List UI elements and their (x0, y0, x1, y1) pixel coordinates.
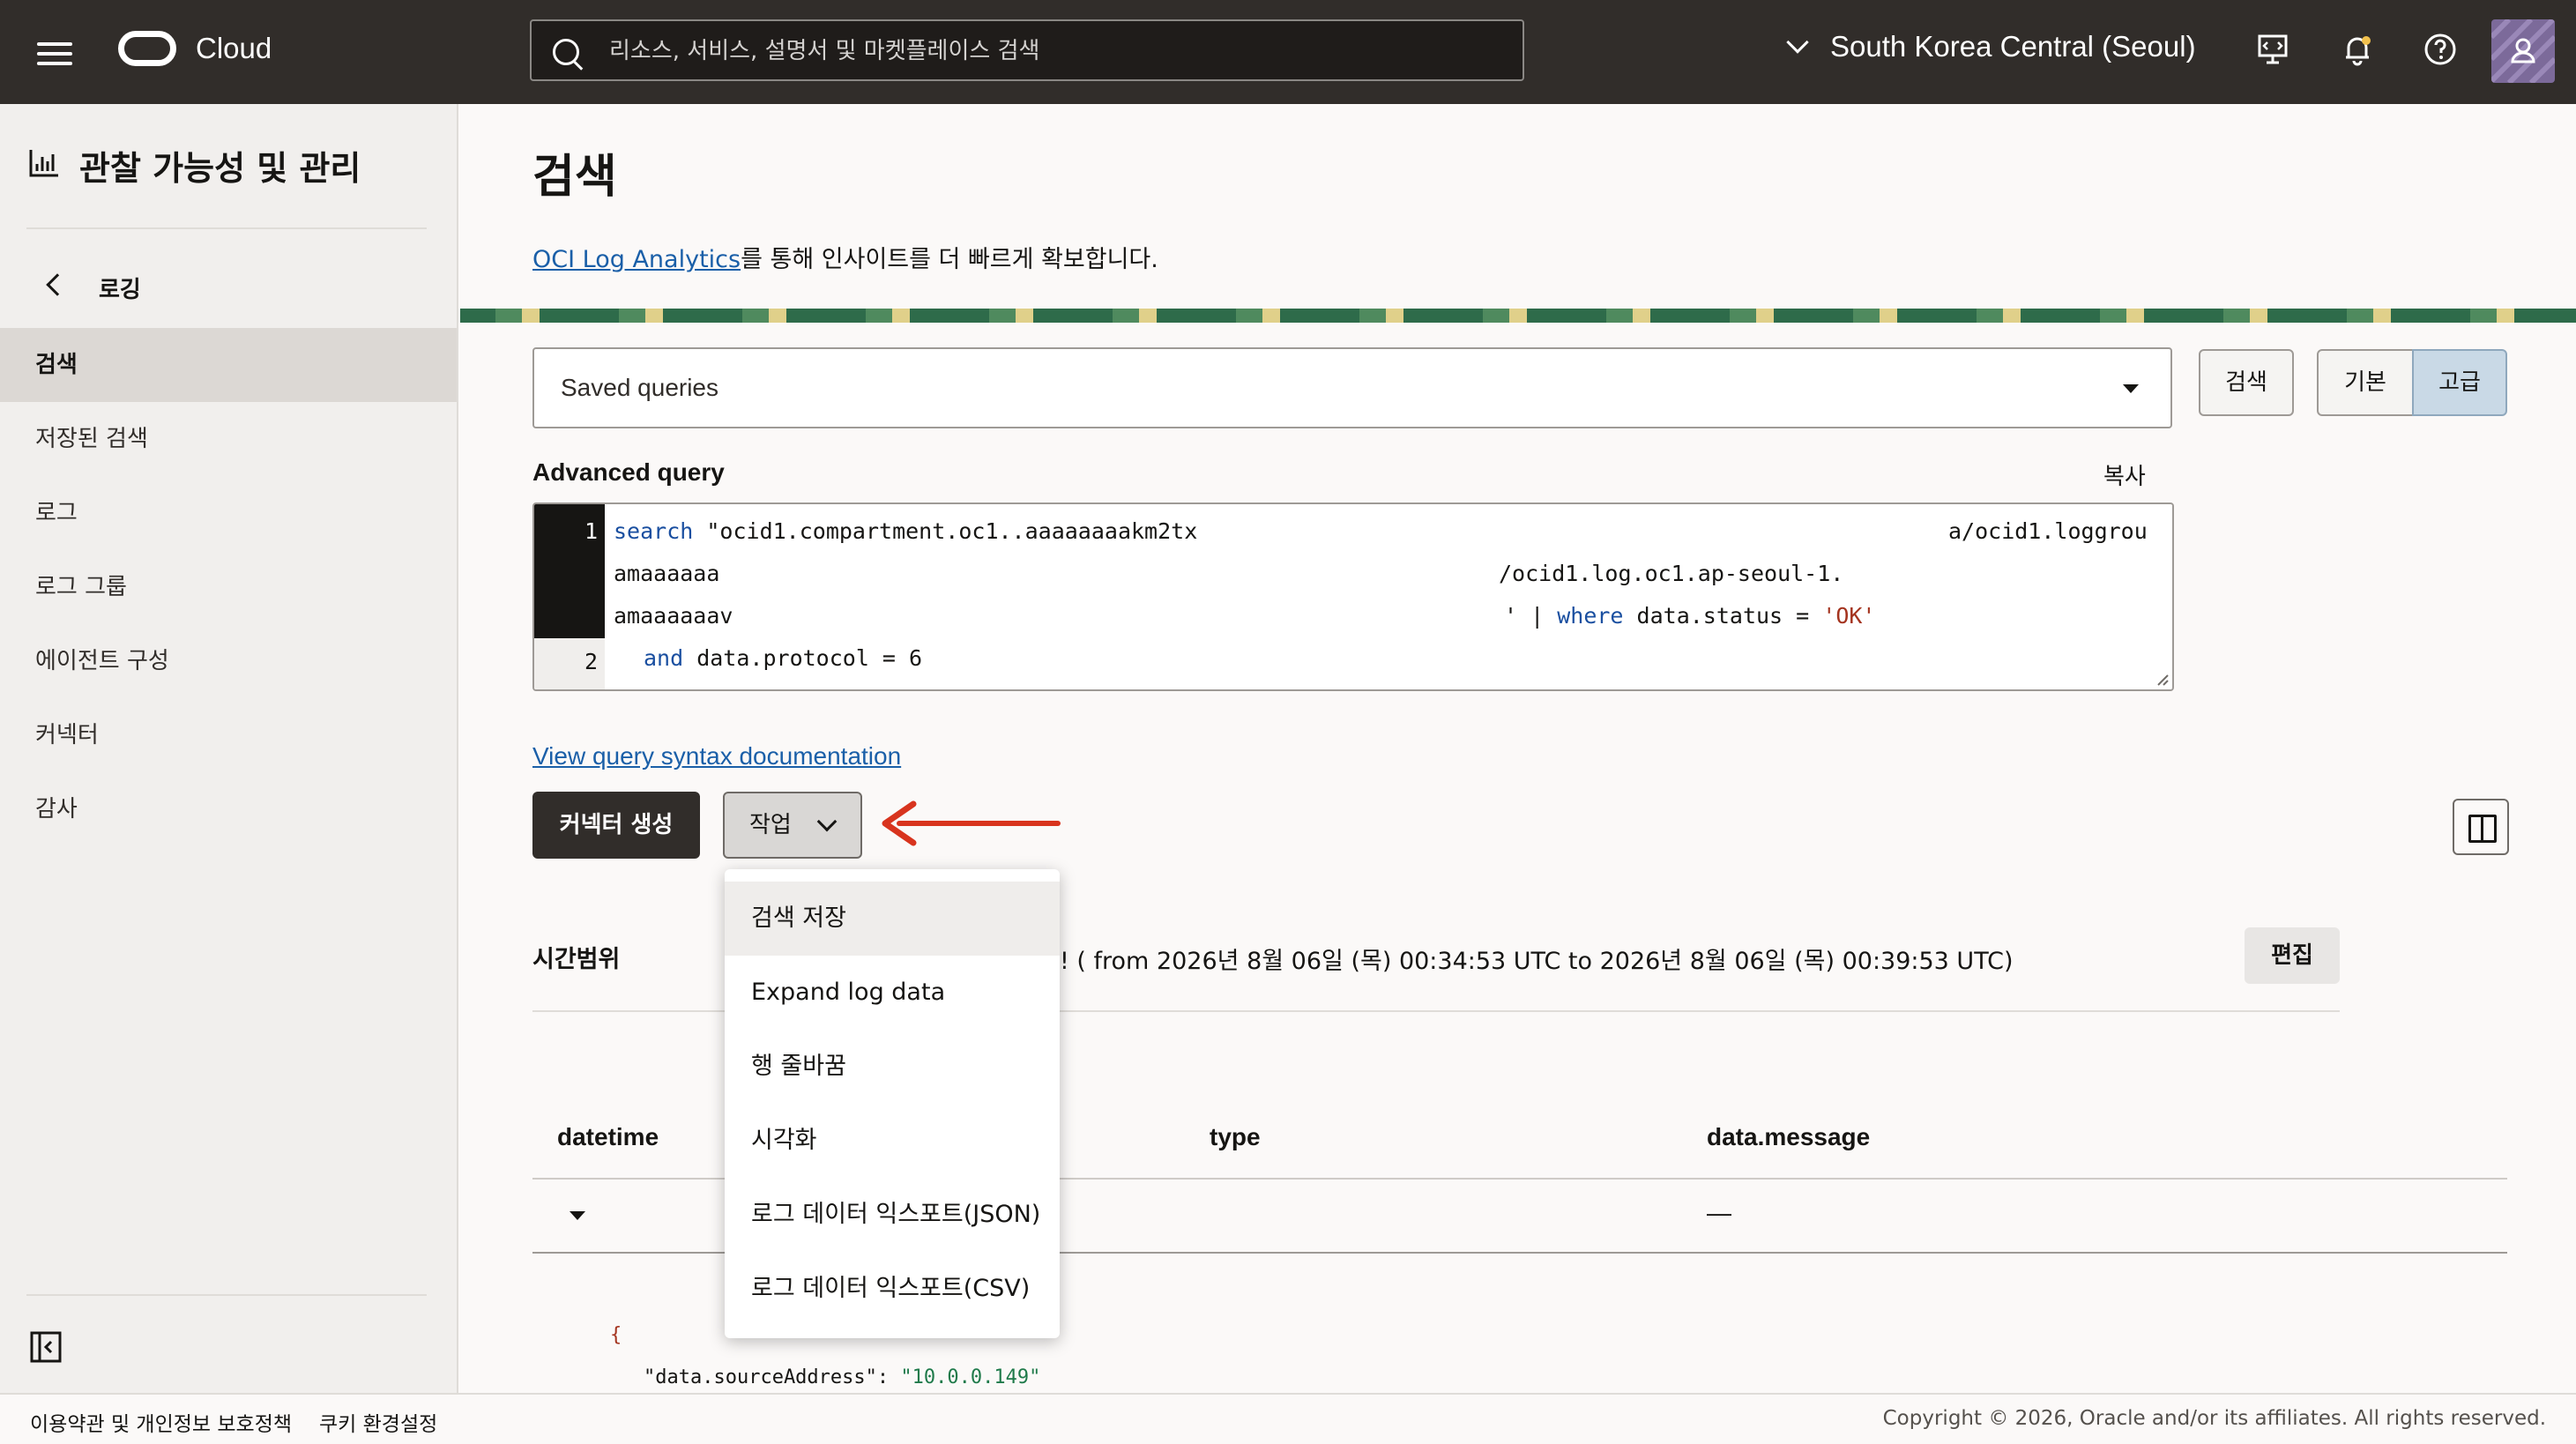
notifications-bell-icon[interactable] (2340, 32, 2375, 67)
line-number: 2 (584, 649, 598, 674)
oracle-logo-icon[interactable] (118, 31, 176, 66)
query-line: ' | where data.status = 'OK' (1504, 603, 1875, 629)
copyright-text: Copyright © 2026, Oracle and/or its affi… (1882, 1407, 2546, 1430)
actions-button[interactable]: 작업 (723, 792, 862, 859)
sidebar-item-log-groups[interactable]: 로그 그룹 (0, 550, 457, 624)
query-line: search "ocid1.compartment.oc1..aaaaaaaak… (614, 518, 1197, 544)
query-syntax-doc-link[interactable]: View query syntax documentation (532, 742, 901, 770)
query-editor[interactable]: 1 2 search "ocid1.compartment.oc1..aaaaa… (532, 502, 2174, 691)
chevron-down-icon (816, 811, 838, 832)
menu-item-expand-log-data[interactable]: Expand log data (725, 956, 1060, 1030)
sidebar-item-saved-searches[interactable]: 저장된 검색 (0, 402, 457, 476)
json-key: "data.sourceAddress" (644, 1366, 877, 1388)
menu-item-export-json[interactable]: 로그 데이터 익스포트(JSON) (725, 1178, 1060, 1252)
json-value: "10.0.0.149" (900, 1366, 1041, 1388)
edit-time-range-button[interactable]: 편집 (2245, 927, 2340, 984)
json-line: "data.sourceAddress": "10.0.0.149" (644, 1366, 1040, 1388)
query-line: and data.protocol = 6 (644, 645, 922, 671)
terms-privacy-link[interactable]: 이용약관 및 개인정보 보호정책 (30, 1407, 292, 1437)
dropdown-caret-icon (2123, 384, 2139, 393)
time-range-label: 시간범위 (532, 946, 621, 973)
json-separator: : (876, 1366, 901, 1388)
line-number-gutter: 1 2 (534, 504, 605, 689)
query-keyword: and (644, 645, 684, 671)
sidebar-item-agent-configuration[interactable]: 에이전트 구성 (0, 624, 457, 698)
saved-queries-value: Saved queries (561, 374, 719, 401)
developer-tools-icon[interactable] (2255, 32, 2290, 67)
chevron-down-icon (1786, 31, 1809, 54)
resize-handle-icon[interactable] (2155, 672, 2169, 686)
column-header-data-message[interactable]: data.message (1707, 1123, 1870, 1151)
region-label: South Korea Central (Seoul) (1830, 30, 2196, 63)
advanced-mode-button[interactable]: 고급 (2412, 349, 2507, 416)
query-keyword: where (1557, 603, 1624, 629)
expand-row-caret-icon[interactable] (570, 1211, 585, 1220)
sidebar: 관찰 가능성 및 관리 로깅 검색 저장된 검색 로그 로그 그룹 에이전트 구… (0, 104, 458, 1393)
decorative-banner (460, 309, 2576, 323)
query-line: amaaaaaav (614, 603, 733, 629)
annotation-arrow-icon (882, 800, 1061, 846)
sidebar-divider (26, 227, 427, 229)
brand-label[interactable]: Cloud (196, 32, 272, 65)
query-line: /ocid1.log.oc1.ap-seoul-1. (1499, 561, 1844, 586)
menu-item-visualize[interactable]: 시각화 (725, 1104, 1060, 1178)
collapse-sidebar-icon[interactable] (30, 1331, 62, 1363)
region-selector[interactable]: South Korea Central (Seoul) (1786, 30, 2196, 63)
intro-suffix: 를 통해 인사이트를 더 빠르게 확보합니다. (741, 246, 1158, 273)
column-header-datetime[interactable]: datetime (557, 1123, 659, 1151)
query-text: data.protocol = 6 (683, 645, 923, 671)
global-search-input[interactable] (607, 30, 1489, 72)
actions-button-label: 작업 (749, 812, 792, 838)
global-search[interactable] (530, 19, 1524, 81)
user-profile-icon (2491, 19, 2555, 83)
chevron-left-icon[interactable] (46, 273, 69, 296)
json-brace: { (610, 1324, 622, 1346)
sidebar-item-search[interactable]: 검색 (0, 328, 457, 402)
copy-button[interactable]: 복사 (2103, 458, 2146, 491)
row-message-cell: — (1707, 1199, 1731, 1226)
chart-icon (29, 150, 58, 177)
sidebar-divider (26, 1294, 427, 1296)
menu-item-wrap-lines[interactable]: 행 줄바꿈 (725, 1030, 1060, 1104)
help-icon[interactable] (2423, 32, 2458, 67)
query-text: data.status = (1623, 603, 1823, 629)
query-line: amaaaaaa (614, 561, 720, 586)
search-button[interactable]: 검색 (2199, 349, 2294, 416)
sidebar-item-audit[interactable]: 감사 (0, 772, 457, 846)
menu-item-export-csv[interactable]: 로그 데이터 익스포트(CSV) (725, 1252, 1060, 1326)
query-text: "ocid1.compartment.oc1..aaaaaaaakm2tx (693, 518, 1198, 544)
basic-mode-button[interactable]: 기본 (2317, 349, 2414, 416)
create-connector-button[interactable]: 커넥터 생성 (532, 792, 700, 859)
back-to-logging-link[interactable]: 로깅 (99, 272, 141, 304)
intro-text: OCI Log Analytics를 통해 인사이트를 더 빠르게 확보합니다. (532, 240, 1158, 274)
sidebar-item-logs[interactable]: 로그 (0, 476, 457, 550)
top-navigation-bar: Cloud South Korea Central (Seoul) (0, 0, 2576, 104)
column-layout-button[interactable] (2453, 799, 2509, 855)
actions-dropdown-menu: 검색 저장 Expand log data 행 줄바꿈 시각화 로그 데이터 익… (725, 869, 1060, 1338)
query-keyword: search (614, 518, 694, 544)
query-text: ' | (1504, 603, 1558, 629)
time-range-value: ! ( from 2026년 8월 06일 (목) 00:34:53 UTC t… (1060, 948, 2014, 975)
search-icon (553, 39, 579, 65)
advanced-query-label: Advanced query (532, 458, 725, 486)
log-analytics-link[interactable]: OCI Log Analytics (532, 246, 741, 273)
footer: 이용약관 및 개인정보 보호정책 쿠키 환경설정 Copyright © 202… (0, 1393, 2576, 1444)
column-header-type[interactable]: type (1210, 1123, 1261, 1151)
menu-icon[interactable] (37, 42, 72, 65)
line-number: 1 (584, 518, 598, 544)
menu-item-save-search[interactable]: 검색 저장 (725, 882, 1060, 956)
saved-queries-select[interactable]: Saved queries (532, 347, 2172, 428)
user-avatar[interactable] (2491, 19, 2555, 83)
cookie-preferences-link[interactable]: 쿠키 환경설정 (319, 1407, 437, 1437)
sidebar-item-connectors[interactable]: 커넥터 (0, 698, 457, 772)
query-line: a/ocid1.loggrou (1948, 518, 2148, 544)
page-title: 검색 (532, 151, 617, 204)
query-string: 'OK' (1822, 603, 1876, 629)
sidebar-title: 관찰 가능성 및 관리 (79, 149, 361, 188)
